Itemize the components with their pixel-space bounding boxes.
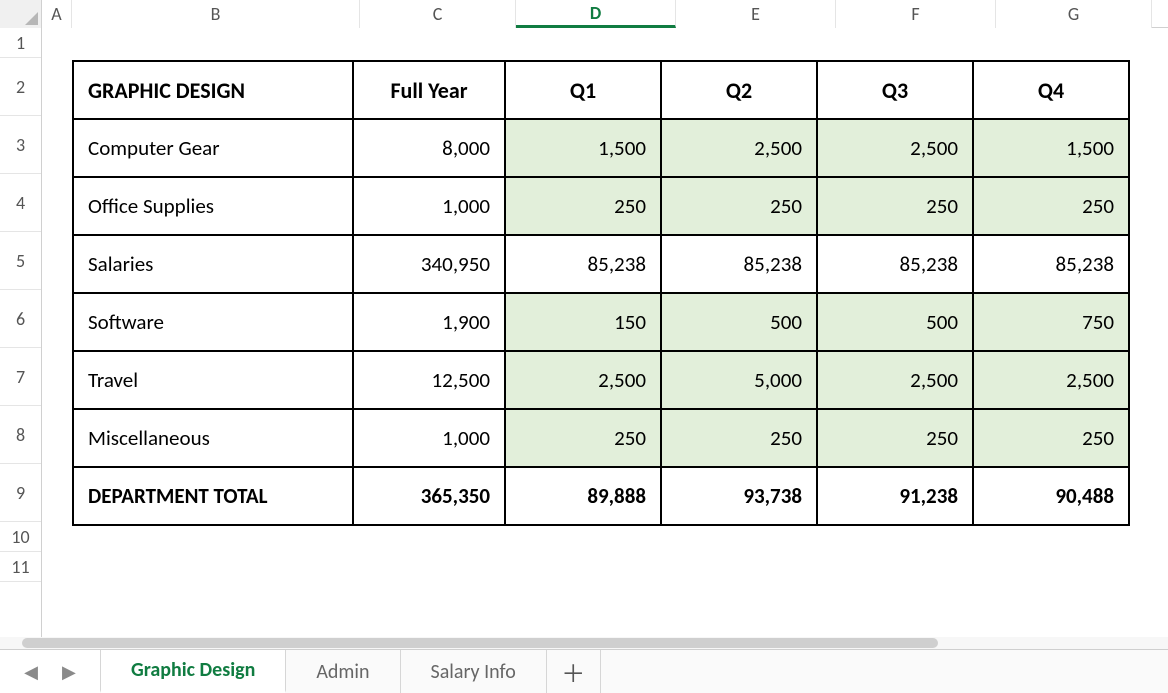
category-cell[interactable]: Salaries: [73, 235, 353, 293]
column-header-a[interactable]: A: [42, 0, 72, 28]
total-label[interactable]: DEPARTMENT TOTAL: [73, 467, 353, 525]
sheet-tab-label: Admin: [316, 660, 369, 684]
total-q4[interactable]: 90,488: [973, 467, 1129, 525]
q3-cell[interactable]: 500: [817, 293, 973, 351]
full-year-cell[interactable]: 8,000: [353, 119, 505, 177]
total-q2[interactable]: 93,738: [661, 467, 817, 525]
q3-cell[interactable]: 250: [817, 409, 973, 467]
q2-cell[interactable]: 85,238: [661, 235, 817, 293]
plus-icon: ＋: [561, 654, 585, 689]
q4-cell[interactable]: 2,500: [973, 351, 1129, 409]
total-full-year[interactable]: 365,350: [353, 467, 505, 525]
q4-cell[interactable]: 1,500: [973, 119, 1129, 177]
q1-cell[interactable]: 150: [505, 293, 661, 351]
table-row[interactable]: Miscellaneous1,000250250250250: [73, 409, 1129, 467]
sheet-tab-bar: ◀ ▶ Graphic Design Admin Salary Info ＋: [0, 649, 1168, 693]
q4-cell[interactable]: 250: [973, 409, 1129, 467]
column-header-b[interactable]: B: [72, 0, 360, 28]
col-q2[interactable]: Q2: [661, 61, 817, 119]
total-q1[interactable]: 89,888: [505, 467, 661, 525]
row-header-8[interactable]: 8: [0, 406, 41, 464]
sheet-next-icon[interactable]: ▶: [62, 661, 76, 683]
row-header-6[interactable]: 6: [0, 290, 41, 348]
row-header-7[interactable]: 7: [0, 348, 41, 406]
row-header-4[interactable]: 4: [0, 174, 41, 232]
q3-cell[interactable]: 2,500: [817, 351, 973, 409]
column-header-d[interactable]: D: [516, 0, 676, 28]
total-row[interactable]: DEPARTMENT TOTAL 365,350 89,888 93,738 9…: [73, 467, 1129, 525]
row-headers: 1234567891011: [0, 28, 42, 637]
row-header-1[interactable]: 1: [0, 28, 41, 58]
category-cell[interactable]: Travel: [73, 351, 353, 409]
full-year-cell[interactable]: 1,000: [353, 177, 505, 235]
sheet-prev-icon[interactable]: ◀: [24, 661, 38, 683]
q4-cell[interactable]: 250: [973, 177, 1129, 235]
column-header-e[interactable]: E: [676, 0, 836, 28]
table-row[interactable]: Software1,900150500500750: [73, 293, 1129, 351]
horizontal-scrollbar-thumb[interactable]: [22, 638, 938, 648]
column-header-g[interactable]: G: [996, 0, 1152, 28]
column-headers: ABCDEFG: [0, 0, 1168, 28]
category-cell[interactable]: Software: [73, 293, 353, 351]
q1-cell[interactable]: 85,238: [505, 235, 661, 293]
q2-cell[interactable]: 2,500: [661, 119, 817, 177]
row-header-5[interactable]: 5: [0, 232, 41, 290]
table-row[interactable]: Computer Gear8,0001,5002,5002,5001,500: [73, 119, 1129, 177]
full-year-cell[interactable]: 1,900: [353, 293, 505, 351]
q1-cell[interactable]: 250: [505, 177, 661, 235]
column-header-f[interactable]: F: [836, 0, 996, 28]
col-q1[interactable]: Q1: [505, 61, 661, 119]
q3-cell[interactable]: 2,500: [817, 119, 973, 177]
row-header-11[interactable]: 11: [0, 552, 41, 582]
col-full-year[interactable]: Full Year: [353, 61, 505, 119]
q1-cell[interactable]: 250: [505, 409, 661, 467]
category-cell[interactable]: Miscellaneous: [73, 409, 353, 467]
budget-table[interactable]: GRAPHIC DESIGN Full Year Q1 Q2 Q3 Q4 Com…: [72, 60, 1130, 526]
sheet-tab-label: Graphic Design: [131, 658, 255, 682]
sheet-bar-spacer: [601, 650, 1168, 693]
sheet-tab-salary-info[interactable]: Salary Info: [401, 650, 547, 693]
table-row[interactable]: Office Supplies1,000250250250250: [73, 177, 1129, 235]
horizontal-scrollbar[interactable]: [0, 637, 1168, 649]
column-header-c[interactable]: C: [360, 0, 516, 28]
full-year-cell[interactable]: 340,950: [353, 235, 505, 293]
sheet-nav: ◀ ▶: [0, 650, 100, 693]
q2-cell[interactable]: 250: [661, 409, 817, 467]
add-sheet-button[interactable]: ＋: [547, 650, 601, 693]
q2-cell[interactable]: 250: [661, 177, 817, 235]
q2-cell[interactable]: 500: [661, 293, 817, 351]
row-header-3[interactable]: 3: [0, 116, 41, 174]
sheet-tab-label: Salary Info: [431, 660, 516, 684]
category-cell[interactable]: Office Supplies: [73, 177, 353, 235]
q4-cell[interactable]: 750: [973, 293, 1129, 351]
q1-cell[interactable]: 1,500: [505, 119, 661, 177]
table-title[interactable]: GRAPHIC DESIGN: [73, 61, 353, 119]
row-header-10[interactable]: 10: [0, 522, 41, 552]
col-q4[interactable]: Q4: [973, 61, 1129, 119]
q4-cell[interactable]: 85,238: [973, 235, 1129, 293]
sheet-tab-admin[interactable]: Admin: [286, 650, 400, 693]
total-q3[interactable]: 91,238: [817, 467, 973, 525]
q3-cell[interactable]: 250: [817, 177, 973, 235]
select-all-corner[interactable]: [0, 0, 42, 28]
full-year-cell[interactable]: 12,500: [353, 351, 505, 409]
row-header-9[interactable]: 9: [0, 464, 41, 522]
sheet-tab-graphic-design[interactable]: Graphic Design: [100, 650, 286, 693]
col-q3[interactable]: Q3: [817, 61, 973, 119]
table-header-row[interactable]: GRAPHIC DESIGN Full Year Q1 Q2 Q3 Q4: [73, 61, 1129, 119]
q1-cell[interactable]: 2,500: [505, 351, 661, 409]
category-cell[interactable]: Computer Gear: [73, 119, 353, 177]
q3-cell[interactable]: 85,238: [817, 235, 973, 293]
grid-area[interactable]: GRAPHIC DESIGN Full Year Q1 Q2 Q3 Q4 Com…: [42, 28, 1168, 637]
q2-cell[interactable]: 5,000: [661, 351, 817, 409]
full-year-cell[interactable]: 1,000: [353, 409, 505, 467]
table-row[interactable]: Travel12,5002,5005,0002,5002,500: [73, 351, 1129, 409]
table-row[interactable]: Salaries340,95085,23885,23885,23885,238: [73, 235, 1129, 293]
row-header-2[interactable]: 2: [0, 58, 41, 116]
